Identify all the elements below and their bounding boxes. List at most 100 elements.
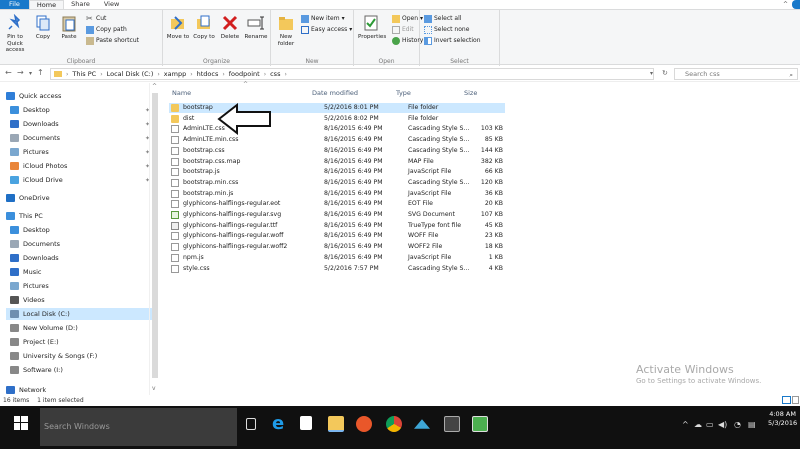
- nav-item[interactable]: Music: [6, 266, 152, 278]
- app-icon[interactable]: [414, 419, 430, 429]
- nav-scrollbar[interactable]: ^ v: [149, 83, 159, 395]
- nav-item[interactable]: Documents: [6, 238, 152, 250]
- paste-shortcut-button[interactable]: Paste shortcut: [86, 36, 139, 45]
- tray-chevron-icon[interactable]: ^: [682, 420, 689, 429]
- file-explorer-icon[interactable]: [328, 416, 344, 432]
- firefox-icon[interactable]: [356, 416, 372, 432]
- file-row[interactable]: bootstrap.css.map 8/16/2015 6:49 PM MAP Fi…: [169, 157, 505, 167]
- column-type[interactable]: Type: [396, 87, 411, 99]
- task-view-icon[interactable]: [246, 418, 256, 430]
- edge-browser-icon[interactable]: e: [272, 415, 288, 433]
- nav-item[interactable]: Documents ✦: [6, 132, 152, 144]
- nav-item[interactable]: iCloud Drive ✦: [6, 174, 152, 186]
- new-item-button[interactable]: New item ▾: [301, 14, 345, 23]
- edit-button[interactable]: Edit: [392, 25, 414, 34]
- network-tray-icon[interactable]: ☁: [694, 420, 702, 429]
- taskbar-search-input[interactable]: Search Windows: [40, 408, 237, 446]
- store-icon[interactable]: [300, 416, 312, 430]
- nav-item[interactable]: Downloads: [6, 252, 152, 264]
- delete-button[interactable]: Delete: [217, 14, 243, 41]
- file-row[interactable]: AdminLTE.min.css 8/16/2015 6:49 PM Cascadi…: [169, 135, 505, 145]
- ribbon-collapse-icon[interactable]: ^: [783, 0, 788, 9]
- breadcrumb-foodpoint[interactable]: foodpoint: [229, 70, 260, 78]
- nav-item[interactable]: iCloud Photos ✦: [6, 160, 152, 172]
- wifi-tray-icon[interactable]: ◔: [734, 420, 741, 429]
- breadcrumb-css[interactable]: css: [270, 70, 280, 78]
- chrome-icon[interactable]: [386, 416, 402, 432]
- rename-button[interactable]: Rename: [243, 14, 269, 41]
- notifications-icon[interactable]: ▤: [748, 420, 756, 429]
- easy-access-button[interactable]: Easy access ▾: [301, 25, 352, 34]
- properties-button[interactable]: Properties: [358, 14, 386, 41]
- address-bar[interactable]: › This PC › Local Disk (C:) › xampp › ht…: [50, 68, 654, 80]
- tab-view[interactable]: View: [97, 0, 126, 9]
- cut-button[interactable]: ✂ Cut: [86, 14, 106, 23]
- open-button[interactable]: Open ▾: [392, 14, 423, 23]
- recent-locations-icon[interactable]: ▾: [29, 70, 32, 77]
- breadcrumb-local-disk[interactable]: Local Disk (C:): [107, 70, 154, 78]
- address-dropdown-icon[interactable]: ▾: [650, 70, 653, 77]
- invert-selection-button[interactable]: Invert selection: [424, 36, 481, 45]
- refresh-icon[interactable]: ↻: [662, 69, 668, 77]
- windows-start-icon[interactable]: [14, 416, 28, 430]
- nav-scroll-thumb[interactable]: [152, 93, 158, 378]
- file-row[interactable]: glyphicons-halflings-regular.eot 8/16/201…: [169, 199, 505, 209]
- nav-item[interactable]: Quick access: [6, 90, 152, 102]
- file-row[interactable]: glyphicons-halflings-regular.ttf 8/16/201…: [169, 221, 505, 231]
- column-name[interactable]: Name: [172, 87, 191, 99]
- column-date-modified[interactable]: Date modified: [312, 87, 358, 99]
- nav-item[interactable]: Software (I:): [6, 364, 152, 376]
- file-row[interactable]: glyphicons-halflings-regular.svg 8/16/201…: [169, 210, 505, 220]
- nav-item[interactable]: Pictures: [6, 280, 152, 292]
- up-arrow-icon[interactable]: ↑: [37, 68, 44, 77]
- volume-tray-icon[interactable]: ◀): [718, 420, 727, 429]
- nav-item[interactable]: Downloads ✦: [6, 118, 152, 130]
- nav-item[interactable]: OneDrive: [6, 192, 152, 204]
- column-size[interactable]: Size: [464, 87, 477, 99]
- scroll-down-icon[interactable]: v: [152, 385, 156, 392]
- file-row[interactable]: npm.js 8/16/2015 6:49 PM JavaScript File 1 …: [169, 253, 505, 263]
- nav-item[interactable]: Project (E:): [6, 336, 152, 348]
- file-row[interactable]: glyphicons-halflings-regular.woff2 8/16/2…: [169, 242, 505, 252]
- forward-arrow-icon[interactable]: →: [17, 68, 24, 77]
- breadcrumb-xampp[interactable]: xampp: [164, 70, 186, 78]
- tab-file[interactable]: File: [0, 0, 29, 9]
- copy-to-button[interactable]: Copy to: [191, 14, 217, 41]
- move-to-button[interactable]: Move to: [165, 14, 191, 41]
- breadcrumb-this-pc[interactable]: This PC: [72, 70, 96, 78]
- nav-item[interactable]: Local Disk (C:): [6, 308, 152, 320]
- taskbar-clock[interactable]: 4:08 AM 5/3/2016: [768, 410, 797, 428]
- back-arrow-icon[interactable]: ←: [5, 68, 12, 77]
- copy-path-button[interactable]: Copy path: [86, 25, 127, 34]
- copy-button[interactable]: Copy: [30, 14, 56, 41]
- paste-button[interactable]: Paste: [56, 14, 82, 41]
- tab-share[interactable]: Share: [64, 0, 97, 9]
- nav-item[interactable]: Videos: [6, 294, 152, 306]
- nav-item[interactable]: Pictures ✦: [6, 146, 152, 158]
- file-row[interactable]: bootstrap.min.js 8/16/2015 6:49 PM JavaScr…: [169, 189, 505, 199]
- notepad-app-icon[interactable]: [472, 416, 488, 432]
- help-icon[interactable]: [792, 0, 800, 9]
- select-none-button[interactable]: Select none: [424, 25, 469, 34]
- nav-item[interactable]: New Volume (D:): [6, 322, 152, 334]
- file-row[interactable]: bootstrap.css 8/16/2015 6:49 PM Cascading …: [169, 146, 505, 156]
- tab-home[interactable]: Home: [28, 0, 65, 9]
- file-row[interactable]: bootstrap.min.css 8/16/2015 6:49 PM Cascad…: [169, 178, 505, 188]
- history-button[interactable]: History: [392, 36, 423, 45]
- pin-quick-access-button[interactable]: Pin to Quick access: [2, 14, 28, 54]
- media-app-icon[interactable]: [444, 416, 460, 432]
- new-folder-button[interactable]: New folder: [273, 14, 299, 47]
- breadcrumb-htdocs[interactable]: htdocs: [197, 70, 219, 78]
- nav-item[interactable]: University & Songs (F:): [6, 350, 152, 362]
- large-icons-view-icon[interactable]: [792, 396, 799, 404]
- select-all-button[interactable]: Select all: [424, 14, 461, 23]
- details-view-icon[interactable]: [782, 396, 791, 404]
- nav-item[interactable]: This PC: [6, 210, 152, 222]
- file-row[interactable]: style.css 5/2/2016 7:57 PM Cascading Style…: [169, 264, 505, 274]
- scroll-up-icon[interactable]: ^: [152, 83, 157, 90]
- file-row[interactable]: glyphicons-halflings-regular.woff 8/16/20…: [169, 231, 505, 241]
- nav-item[interactable]: Desktop ✦: [6, 104, 152, 116]
- file-row[interactable]: bootstrap.js 8/16/2015 6:49 PM JavaScript …: [169, 167, 505, 177]
- battery-tray-icon[interactable]: ▭: [706, 420, 714, 429]
- nav-item[interactable]: Desktop: [6, 224, 152, 236]
